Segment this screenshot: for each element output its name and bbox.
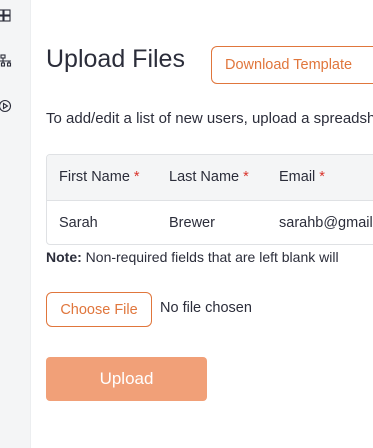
play-circle-icon[interactable] xyxy=(0,99,14,113)
sidebar-rail xyxy=(0,0,31,448)
table-cell-first-name: Sarah xyxy=(59,215,98,231)
required-marker: * xyxy=(319,169,325,185)
upload-button[interactable]: Upload xyxy=(46,357,207,401)
preview-table: First Name * Last Name * Email * Sarah Brew… xyxy=(46,154,373,245)
note-text: Note: Non-required fields that are left … xyxy=(46,249,339,265)
file-status: No file chosen xyxy=(160,300,252,316)
choose-file-button[interactable]: Choose File xyxy=(46,292,152,327)
boxes-icon[interactable] xyxy=(0,9,14,23)
column-header-last-name: Last Name * xyxy=(169,169,249,185)
note-label: Note: xyxy=(46,249,82,265)
page-title: Upload Files xyxy=(46,45,185,73)
download-template-button[interactable]: Download Template xyxy=(211,46,373,84)
hierarchy-icon[interactable] xyxy=(0,54,14,68)
required-marker: * xyxy=(243,169,249,185)
column-header-email: Email * xyxy=(279,169,325,185)
upload-instructions: To add/edit a list of new users, upload … xyxy=(46,110,373,127)
column-header-first-name: First Name * xyxy=(59,169,140,185)
table-cell-email: sarahb@gmail.com xyxy=(279,215,373,231)
page: Upload Files Download Template To add/ed… xyxy=(0,0,373,448)
table-cell-last-name: Brewer xyxy=(169,215,215,231)
required-marker: * xyxy=(133,169,140,185)
